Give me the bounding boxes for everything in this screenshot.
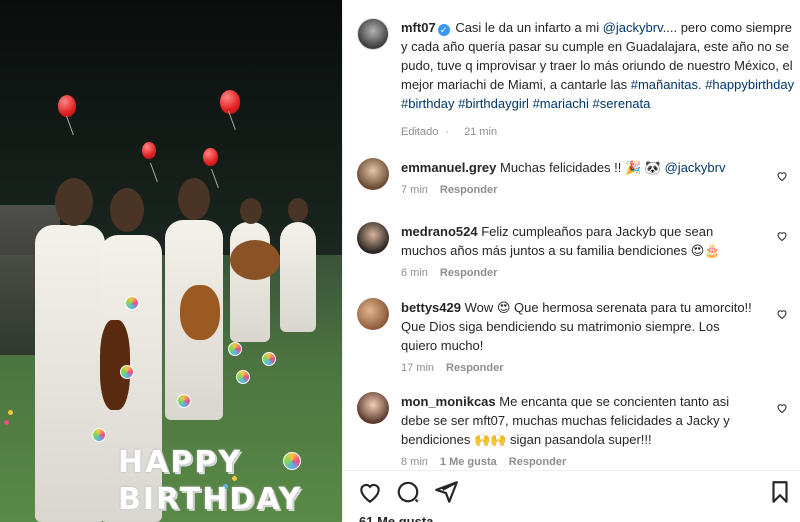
author-username[interactable]: mft07 <box>401 20 436 35</box>
verified-badge-icon: ✓ <box>437 24 450 36</box>
lollipop-sticker <box>262 352 276 366</box>
lollipop-sticker <box>236 370 250 384</box>
comment-username[interactable]: medrano524 <box>401 224 478 239</box>
comment-text: Muchas felicidades !! 🎉 🐼 <box>500 160 665 175</box>
like-comment-heart-icon[interactable] <box>776 230 788 242</box>
caption-tag[interactable]: @jackybrv <box>603 20 663 35</box>
comment-item: mon_monikcas Me encanta que se conciente… <box>357 392 797 472</box>
post-details: mft07 ✓ Casi le da un infarto a mi @jacky… <box>342 0 800 522</box>
author-avatar[interactable] <box>357 18 389 50</box>
balloon-sticker <box>220 90 240 114</box>
lollipop-sticker <box>125 296 139 310</box>
lollipop-sticker <box>120 365 134 379</box>
lollipop-sticker <box>283 452 301 470</box>
comment-time: 17 min <box>401 362 435 374</box>
post-media[interactable]: HAPPY BIRTHDAY <box>0 0 342 522</box>
commenter-avatar[interactable] <box>357 222 389 254</box>
commenter-avatar[interactable] <box>357 392 389 424</box>
lollipop-sticker <box>92 428 106 442</box>
comment-item: bettys429 Wow 😍 Que hermosa serenata par… <box>357 298 797 378</box>
lollipop-sticker <box>177 394 191 408</box>
like-comment-heart-icon[interactable] <box>776 308 788 320</box>
comment-mention[interactable]: @jackybrv <box>665 160 726 175</box>
caption-tag[interactable]: #birthday <box>401 96 454 111</box>
balloon-sticker <box>58 95 76 117</box>
commenter-avatar[interactable] <box>357 158 389 190</box>
post-caption: mft07 ✓ Casi le da un infarto a mi @jacky… <box>357 18 797 142</box>
reply-button[interactable]: Responder <box>440 267 497 279</box>
balloon-sticker <box>142 142 156 159</box>
mariachi-figure <box>280 222 316 332</box>
like-comment-heart-icon[interactable] <box>776 170 788 182</box>
caption-tag[interactable]: #serenata <box>593 96 651 111</box>
likes-count[interactable]: 61 Me gusta <box>359 514 433 522</box>
reply-button[interactable]: Responder <box>440 184 497 196</box>
birthday-text: BIRTHDAY <box>118 482 303 517</box>
like-comment-heart-icon[interactable] <box>776 402 788 414</box>
guitar <box>230 240 280 280</box>
reply-button[interactable]: Responder <box>446 362 503 374</box>
commenter-avatar[interactable] <box>357 298 389 330</box>
comment-username[interactable]: bettys429 <box>401 300 461 315</box>
caption-tag[interactable]: #mariachi <box>533 96 589 111</box>
post-time: 21 min <box>464 126 498 138</box>
comment-time: 6 min <box>401 267 428 279</box>
happy-text: HAPPY <box>118 445 243 480</box>
mariachi-figure <box>35 225 105 522</box>
comment-item: medrano524 Feliz cumpleaños para Jackyb … <box>357 222 797 283</box>
caption-tag[interactable]: #birthdaygirl <box>458 96 529 111</box>
heart-icon[interactable] <box>357 479 383 505</box>
caption-text: Casi le da un infarto a mi <box>455 20 603 35</box>
balloon-sticker <box>203 148 218 166</box>
share-icon[interactable] <box>433 479 459 505</box>
comment-likes[interactable]: 1 Me gusta <box>440 456 497 468</box>
comment-time: 7 min <box>401 184 428 196</box>
caption-tag[interactable]: #happybirthday <box>705 77 794 92</box>
post-viewer: HAPPY BIRTHDAY mft07 ✓ Casi le da un infa… <box>0 0 800 522</box>
caption-tag[interactable]: #mañanitas <box>631 77 698 92</box>
comment-username[interactable]: emmanuel.grey <box>401 160 496 175</box>
reply-button[interactable]: Responder <box>509 456 566 468</box>
violin <box>180 285 220 340</box>
lollipop-sticker <box>228 342 242 356</box>
comment-icon[interactable] <box>395 479 421 505</box>
edited-label: Editado <box>401 126 439 138</box>
comment-time: 8 min <box>401 456 428 468</box>
comment-item: emmanuel.grey Muchas felicidades !! 🎉 🐼 … <box>357 158 797 200</box>
comment-username[interactable]: mon_monikcas <box>401 394 496 409</box>
bookmark-icon[interactable] <box>767 479 793 505</box>
